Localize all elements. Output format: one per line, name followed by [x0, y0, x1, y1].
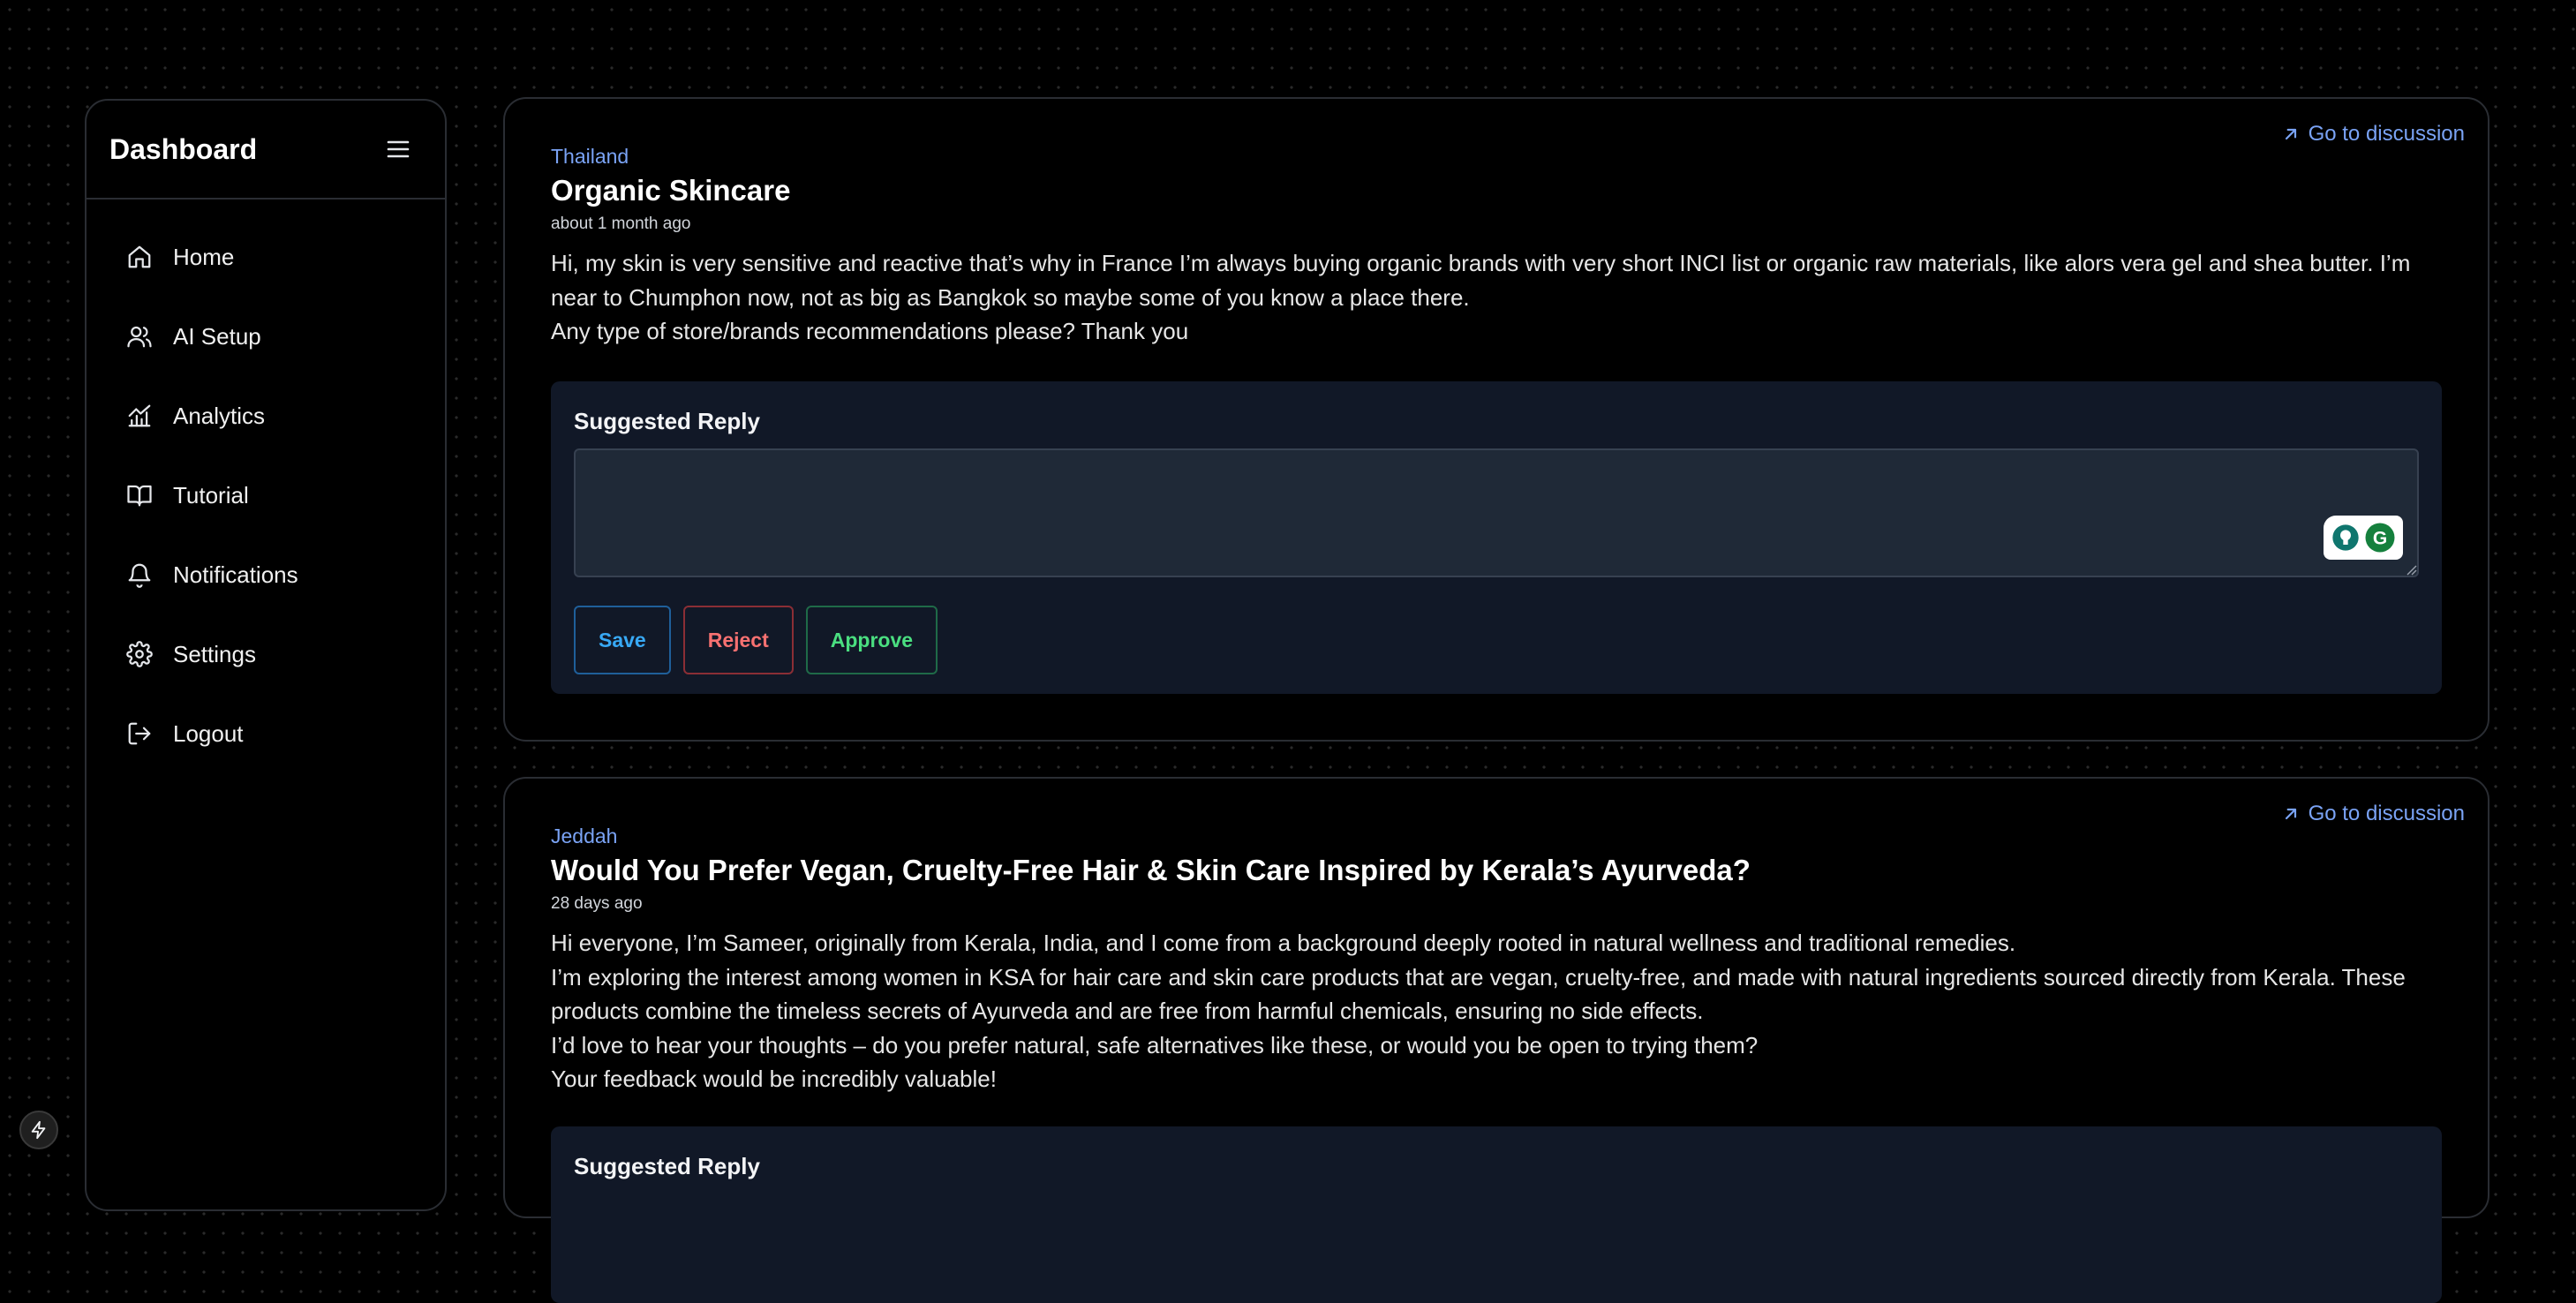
grammarly-widget[interactable]: G — [2324, 516, 2403, 560]
go-to-discussion-link[interactable]: Go to discussion — [2282, 802, 2465, 826]
lightbulb-icon — [2331, 524, 2359, 551]
post-paragraph: Your feedback would be incredibly valuab… — [551, 1066, 997, 1092]
post-paragraph: Hi everyone, I’m Sameer, originally from… — [551, 930, 2016, 956]
users-icon — [125, 322, 154, 350]
sidebar-item-logout[interactable]: Logout — [87, 694, 445, 773]
grammarly-icon: G — [2365, 523, 2394, 553]
arrow-up-right-icon — [2285, 808, 2296, 820]
sidebar-item-settings[interactable]: Settings — [87, 614, 445, 694]
reject-button[interactable]: Reject — [682, 606, 794, 674]
post-body: Hi everyone, I’m Sameer, originally from… — [551, 926, 2442, 1096]
sidebar-item-label: Tutorial — [173, 481, 249, 508]
lightning-icon — [31, 1120, 46, 1140]
sidebar-nav: Home AI Setup Analytics Tutorial Notific… — [87, 200, 445, 773]
sidebar-item-label: Logout — [173, 719, 244, 747]
post-title: Would You Prefer Vegan, Cruelty-Free Hai… — [551, 854, 1751, 886]
suggested-reply-textarea[interactable] — [574, 448, 2419, 577]
sidebar-item-tutorial[interactable]: Tutorial — [87, 456, 445, 535]
hamburger-menu-icon[interactable] — [385, 136, 411, 162]
resize-grip-icon[interactable] — [2405, 563, 2417, 576]
brand-title: Dashboard — [109, 132, 258, 165]
sidebar-item-home[interactable]: Home — [87, 217, 445, 297]
post-age: about 1 month ago — [551, 215, 691, 233]
reply-actions: Save Reject Approve — [574, 606, 938, 674]
sidebar-item-label: Home — [173, 243, 235, 270]
gear-icon — [125, 640, 154, 668]
home-icon — [125, 243, 154, 271]
suggested-reply-title: Suggested Reply — [574, 408, 760, 434]
sidebar-item-label: AI Setup — [173, 322, 261, 350]
sidebar-item-label: Settings — [173, 640, 256, 667]
go-to-discussion-label: Go to discussion — [2308, 802, 2465, 825]
post-location[interactable]: Thailand — [551, 145, 2442, 169]
analytics-icon — [125, 402, 154, 430]
sidebar-item-notifications[interactable]: Notifications — [87, 535, 445, 614]
suggested-reply-panel: Suggested Reply G Save Reject Approve — [551, 381, 2442, 694]
go-to-discussion-label: Go to discussion — [2308, 122, 2465, 146]
post-paragraph: I’m exploring the interest among women i… — [551, 963, 2406, 1025]
arrow-up-right-icon — [2285, 128, 2296, 140]
suggested-reply-panel: Suggested Reply — [551, 1126, 2442, 1303]
post-body: Hi, my skin is very sensitive and reacti… — [551, 246, 2442, 349]
bell-icon — [125, 561, 154, 589]
sidebar-item-label: Analytics — [173, 402, 266, 429]
approve-button[interactable]: Approve — [805, 606, 938, 674]
sidebar-item-analytics[interactable]: Analytics — [87, 376, 445, 456]
discussion-card: Go to discussion Thailand Organic Skinca… — [503, 97, 2489, 742]
book-icon — [125, 481, 154, 509]
go-to-discussion-link[interactable]: Go to discussion — [2282, 122, 2465, 147]
post-paragraph: Any type of store/brands recommendations… — [551, 318, 1189, 344]
sidebar-item-ai-setup[interactable]: AI Setup — [87, 297, 445, 376]
post-location[interactable]: Jeddah — [551, 825, 2442, 848]
sidebar: Dashboard Home AI Setup Analytics Tutori… — [85, 99, 447, 1211]
logout-icon — [125, 719, 154, 748]
save-button[interactable]: Save — [574, 606, 671, 674]
svg-text:G: G — [2372, 529, 2386, 549]
post-paragraph: I’d love to hear your thoughts – do you … — [551, 1031, 1759, 1058]
discussion-card: Go to discussion Jeddah Would You Prefer… — [503, 777, 2489, 1303]
post-title: Organic Skincare — [551, 174, 791, 207]
post-paragraph: Hi, my skin is very sensitive and reacti… — [551, 250, 2411, 311]
sidebar-header: Dashboard — [87, 101, 445, 200]
bolt-button[interactable] — [19, 1111, 58, 1149]
post-age: 28 days ago — [551, 894, 643, 913]
suggested-reply-title: Suggested Reply — [574, 1153, 760, 1179]
sidebar-item-label: Notifications — [173, 561, 298, 588]
